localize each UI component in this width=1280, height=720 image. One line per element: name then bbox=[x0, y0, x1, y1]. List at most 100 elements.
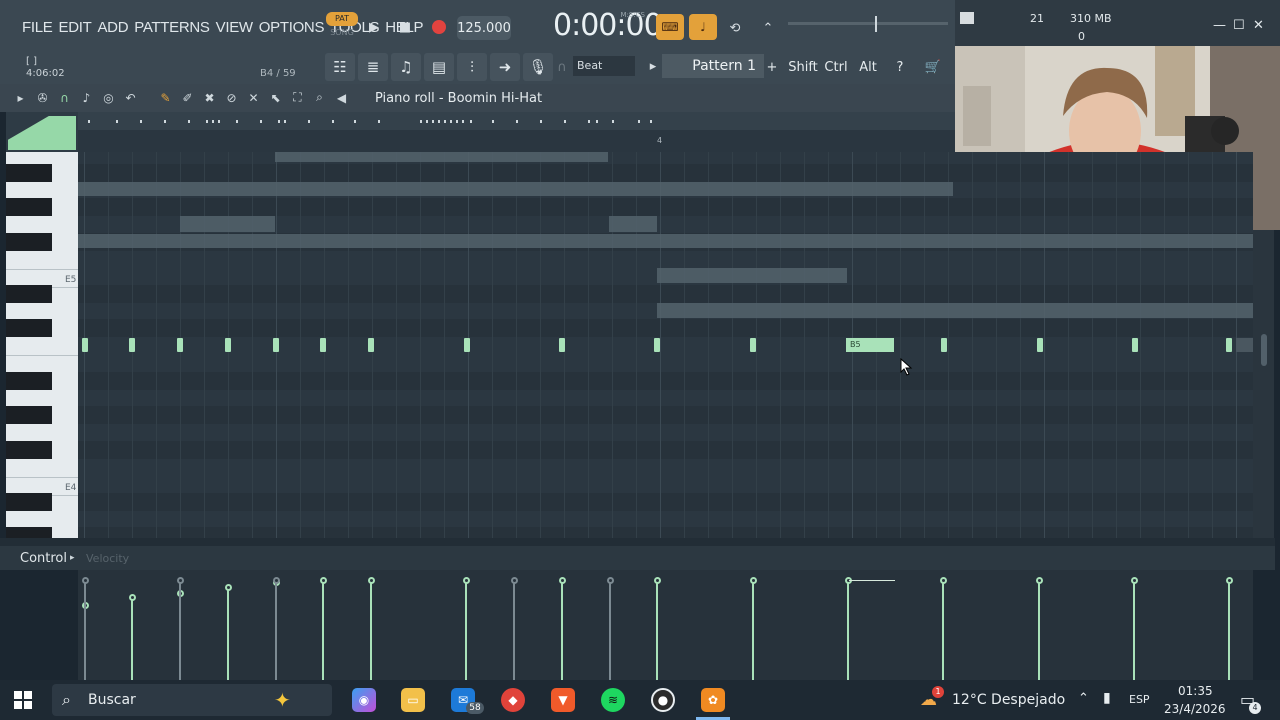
black-key[interactable] bbox=[6, 493, 52, 511]
menu-view[interactable]: VIEW bbox=[216, 19, 253, 36]
tray-chevron-icon[interactable]: ⌃ bbox=[1078, 691, 1089, 706]
velocity-stem[interactable] bbox=[179, 581, 181, 680]
velocity-stem[interactable] bbox=[465, 581, 467, 680]
master-pitch-handle[interactable] bbox=[875, 16, 877, 32]
velocity-stem[interactable] bbox=[1133, 581, 1135, 680]
velocity-handle[interactable] bbox=[750, 577, 757, 584]
weather-text[interactable]: 12°C Despejado bbox=[952, 692, 1065, 708]
mixer-icon[interactable]: ⫶ bbox=[457, 53, 487, 81]
pat-song-toggle[interactable]: PAT SONG bbox=[326, 12, 358, 42]
file-explorer-icon[interactable]: ▭ bbox=[401, 688, 425, 712]
fl-studio-icon[interactable]: ✿ bbox=[701, 688, 725, 712]
hihat-note[interactable] bbox=[941, 338, 947, 352]
hihat-note[interactable] bbox=[177, 338, 183, 352]
velocity-stem[interactable] bbox=[227, 588, 229, 680]
velocity-handle[interactable] bbox=[559, 577, 566, 584]
pattern-arrow-icon[interactable]: ▸ bbox=[646, 56, 660, 76]
pattern-selector[interactable]: Pattern 1 bbox=[662, 54, 764, 78]
velocity-handle[interactable] bbox=[940, 577, 947, 584]
options-arrow-icon[interactable]: ▸ bbox=[12, 89, 29, 106]
magnet-snap-icon[interactable]: ∩ bbox=[56, 89, 73, 106]
velocity-handle[interactable] bbox=[273, 577, 280, 584]
black-key[interactable] bbox=[6, 233, 52, 251]
menu-patterns[interactable]: PATTERNS bbox=[134, 19, 210, 36]
brave-browser-icon[interactable]: ▼ bbox=[551, 688, 575, 712]
black-key[interactable] bbox=[6, 164, 52, 182]
hihat-note[interactable] bbox=[750, 338, 756, 352]
velocity-handle[interactable] bbox=[463, 577, 470, 584]
velocity-stem[interactable] bbox=[609, 581, 611, 680]
black-key[interactable] bbox=[6, 198, 52, 216]
typing-keyboard-icon[interactable]: ⌨ bbox=[656, 14, 684, 40]
obs-icon[interactable]: ● bbox=[651, 688, 675, 712]
song-time-display[interactable]: 0:00:00 M:S:CS bbox=[553, 8, 663, 46]
menu-add[interactable]: ADD bbox=[97, 19, 128, 36]
vertical-scrollbar[interactable] bbox=[1253, 230, 1274, 538]
black-key[interactable] bbox=[6, 372, 52, 390]
hihat-note[interactable] bbox=[273, 338, 279, 352]
piano-keyboard[interactable]: E5 E4 bbox=[6, 152, 78, 538]
clock-time[interactable]: 01:35 bbox=[1178, 684, 1213, 698]
taskbar-search[interactable]: ⌕ Buscar ✦ bbox=[52, 684, 332, 716]
pencil-icon[interactable]: ✎ bbox=[157, 89, 174, 106]
velocity-handle[interactable] bbox=[320, 577, 327, 584]
velocity-stem[interactable] bbox=[131, 598, 133, 680]
velocity-handle[interactable] bbox=[177, 577, 184, 584]
metronome-icon[interactable]: ⌃ bbox=[755, 16, 781, 40]
velocity-handle[interactable] bbox=[225, 584, 232, 591]
velocity-stem[interactable] bbox=[1038, 581, 1040, 680]
help-icon[interactable]: ? bbox=[888, 55, 912, 79]
lane-divider[interactable] bbox=[0, 538, 1275, 546]
hihat-note[interactable] bbox=[368, 338, 374, 352]
delete-icon[interactable]: ✖ bbox=[201, 89, 218, 106]
control-selector[interactable]: Control bbox=[20, 551, 67, 566]
hihat-note[interactable] bbox=[1132, 338, 1138, 352]
alt-button[interactable]: Alt bbox=[857, 55, 879, 79]
velocity-stem[interactable] bbox=[275, 581, 277, 680]
ctrl-button[interactable]: Ctrl bbox=[824, 55, 848, 79]
copilot-app-icon[interactable]: ◉ bbox=[352, 688, 376, 712]
control-arrow-icon[interactable]: ▸ bbox=[70, 553, 75, 563]
velocity-handle[interactable] bbox=[129, 594, 136, 601]
shop-icon[interactable]: 🛒 bbox=[921, 55, 945, 79]
velocity-handle[interactable] bbox=[1036, 577, 1043, 584]
velocity-stem[interactable] bbox=[513, 581, 515, 680]
piano-roll-icon[interactable]: ♫ bbox=[391, 53, 421, 81]
tempo-display[interactable]: 125.000 bbox=[457, 16, 511, 40]
hihat-note[interactable] bbox=[1037, 338, 1043, 352]
velocity-handle[interactable] bbox=[1226, 577, 1233, 584]
windows-start-icon[interactable] bbox=[14, 691, 32, 709]
channel-rack-icon[interactable]: ≣ bbox=[358, 53, 388, 81]
select-icon[interactable]: ⬉ bbox=[267, 89, 284, 106]
hihat-note[interactable] bbox=[559, 338, 565, 352]
hihat-note[interactable] bbox=[464, 338, 470, 352]
velocity-handle[interactable] bbox=[1131, 577, 1138, 584]
velocity-stem[interactable] bbox=[561, 581, 563, 680]
velocity-handle[interactable] bbox=[82, 577, 89, 584]
scroll-thumb[interactable] bbox=[1261, 334, 1267, 366]
stamp-icon[interactable]: ♪ bbox=[78, 89, 95, 106]
black-key[interactable] bbox=[6, 527, 52, 538]
hihat-note[interactable] bbox=[654, 338, 660, 352]
play-icon[interactable]: ▶ bbox=[364, 16, 384, 38]
wrench-icon[interactable]: ✇ bbox=[34, 89, 51, 106]
language-indicator[interactable]: ESP bbox=[1129, 693, 1150, 706]
menu-options[interactable]: OPTIONS bbox=[259, 19, 325, 36]
snap-selector[interactable]: Beat bbox=[573, 56, 635, 76]
undo-icon[interactable]: ↶ bbox=[122, 89, 139, 106]
timeline[interactable]: 4 bbox=[78, 112, 955, 152]
hihat-note[interactable] bbox=[225, 338, 231, 352]
black-key[interactable] bbox=[6, 319, 52, 337]
velocity-stem[interactable] bbox=[1228, 581, 1230, 680]
note-grid[interactable]: B5 bbox=[78, 152, 1253, 538]
velocity-stem[interactable] bbox=[656, 581, 658, 680]
clock-date[interactable]: 23/4/2026 bbox=[1164, 702, 1226, 716]
velocity-stem[interactable] bbox=[370, 581, 372, 680]
shift-button[interactable]: Shift bbox=[788, 55, 818, 79]
velocity-stem[interactable] bbox=[322, 581, 324, 680]
spotify-icon[interactable]: ≋ bbox=[601, 688, 625, 712]
velocity-handle[interactable] bbox=[511, 577, 518, 584]
black-key[interactable] bbox=[6, 406, 52, 424]
zoom-icon[interactable]: ⌕ bbox=[311, 89, 328, 106]
slice-icon[interactable]: ✕ bbox=[245, 89, 262, 106]
